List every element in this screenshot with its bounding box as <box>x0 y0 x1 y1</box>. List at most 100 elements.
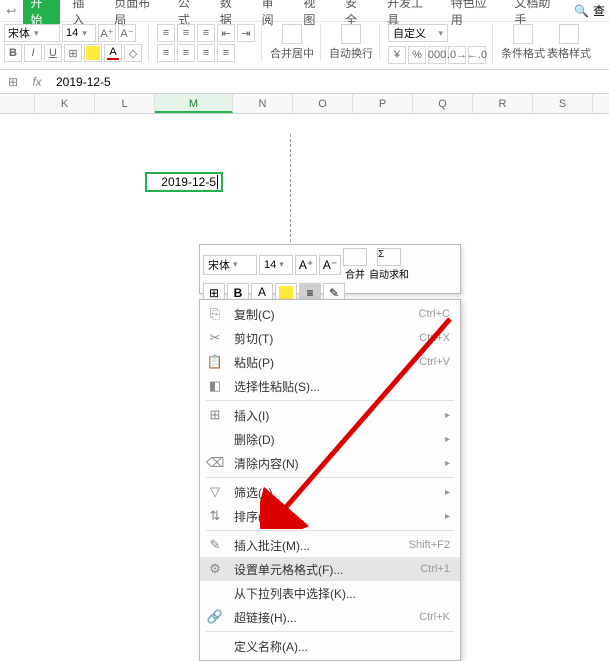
menu-format-cells[interactable]: ⚙设置单元格格式(F)...Ctrl+1 <box>200 557 460 581</box>
currency-icon[interactable]: ¥ <box>388 46 406 64</box>
filter-icon: ▽ <box>206 484 224 500</box>
italic-button[interactable]: I <box>24 44 42 62</box>
mini-dec-font-icon[interactable]: A⁻ <box>319 255 341 275</box>
insert-icon: ⊞ <box>206 407 224 423</box>
col-header-blank[interactable] <box>0 94 35 113</box>
border-button[interactable]: ⊞ <box>64 44 82 62</box>
submenu-arrow-icon: ▸ <box>445 434 450 445</box>
align-center-icon[interactable]: ≡ <box>177 44 195 62</box>
menu-paste[interactable]: 📋粘贴(P)Ctrl+V <box>200 350 460 374</box>
wrap-label: 自动换行 <box>329 45 373 61</box>
menu-define-name[interactable]: 定义名称(A)... <box>200 634 460 658</box>
menu-pick-from-list[interactable]: 从下拉列表中选择(K)... <box>200 581 460 605</box>
percent-icon[interactable]: % <box>408 46 426 64</box>
format-cells-icon: ⚙ <box>206 561 224 577</box>
ribbon: 宋体▾ 14▾ A⁺ A⁻ B I U ⊞ A ◇ ≡ ≡ ≡ ⇤ ⇥ ≡ ≡ … <box>0 22 609 70</box>
menu-paste-special[interactable]: ◧选择性粘贴(S)... <box>200 374 460 398</box>
mini-font-size[interactable]: 14▾ <box>259 255 293 275</box>
menu-separator <box>206 530 454 531</box>
menu-clear[interactable]: ⌫清除内容(N)▸ <box>200 451 460 475</box>
col-header-o[interactable]: O <box>293 94 353 113</box>
table-style-label: 表格样式 <box>547 45 591 61</box>
font-color-button[interactable]: A <box>104 44 122 62</box>
sort-icon: ⇅ <box>206 508 224 524</box>
col-header-q[interactable]: Q <box>413 94 473 113</box>
clear-icon: ⌫ <box>206 455 224 471</box>
paste-icon: 📋 <box>206 354 224 370</box>
table-style-button[interactable]: 表格样式 <box>547 24 591 61</box>
context-menu: ⎘复制(C)Ctrl+C ✂剪切(T)Ctrl+X 📋粘贴(P)Ctrl+V ◧… <box>199 299 461 661</box>
distribute-icon[interactable]: ≡ <box>217 44 235 62</box>
mini-merge-label: 合并 <box>345 266 365 281</box>
bold-button[interactable]: B <box>4 44 22 62</box>
fill-color-button[interactable] <box>84 44 102 62</box>
col-header-s[interactable]: S <box>533 94 593 113</box>
clear-format-button[interactable]: ◇ <box>124 44 142 62</box>
decrease-font-icon[interactable]: A⁻ <box>118 24 136 42</box>
col-header-l[interactable]: L <box>95 94 155 113</box>
menu-delete[interactable]: 删除(D)▸ <box>200 427 460 451</box>
style-group: 条件格式 表格样式 <box>501 24 597 61</box>
align-middle-icon[interactable]: ≡ <box>177 24 195 42</box>
font-name-select[interactable]: 宋体▾ <box>4 24 60 42</box>
cell-grid[interactable]: 2019-12-5 宋体▾ 14▾ A⁺ A⁻ 合并 Σ 自动求和 ⊞ B <box>0 114 609 537</box>
col-header-p[interactable]: P <box>353 94 413 113</box>
wrap-group: 自动换行 <box>329 24 380 61</box>
col-header-n[interactable]: N <box>233 94 293 113</box>
formula-input[interactable] <box>52 73 605 91</box>
align-left-icon[interactable]: ≡ <box>157 44 175 62</box>
search-icon[interactable]: 🔍 <box>574 3 589 19</box>
menu-hyperlink[interactable]: 🔗超链接(H)...Ctrl+K <box>200 605 460 629</box>
mini-inc-font-icon[interactable]: A⁺ <box>295 255 317 275</box>
submenu-arrow-icon: ▸ <box>445 458 450 469</box>
table-style-icon <box>559 24 579 44</box>
merge-button[interactable]: 合并居中 <box>270 24 314 61</box>
align-right-icon[interactable]: ≡ <box>197 44 215 62</box>
dec-decimal-icon[interactable]: ←.0 <box>468 46 486 64</box>
comma-icon[interactable]: 000 <box>428 46 446 64</box>
copy-icon: ⎘ <box>206 306 224 322</box>
indent-inc-icon[interactable]: ⇥ <box>237 24 255 42</box>
mini-merge-icon <box>343 248 367 266</box>
back-icon[interactable]: ↩ <box>4 3 19 19</box>
menu-cut[interactable]: ✂剪切(T)Ctrl+X <box>200 326 460 350</box>
merge-icon <box>282 24 302 44</box>
inc-decimal-icon[interactable]: .0→ <box>448 46 466 64</box>
active-cell[interactable]: 2019-12-5 <box>145 172 223 192</box>
menu-sort[interactable]: ⇅排序(U)▸ <box>200 504 460 528</box>
underline-button[interactable]: U <box>44 44 62 62</box>
mini-merge-button[interactable]: 合并 <box>343 248 367 281</box>
submenu-arrow-icon: ▸ <box>445 410 450 421</box>
number-format-select[interactable]: 自定义▾ <box>388 24 448 42</box>
number-group: 自定义▾ ¥ % 000 .0→ ←.0 <box>388 24 493 64</box>
menu-filter[interactable]: ▽筛选(L)▸ <box>200 480 460 504</box>
fx-icon[interactable]: fx <box>28 73 46 91</box>
indent-dec-icon[interactable]: ⇤ <box>217 24 235 42</box>
mini-autosum-button[interactable]: Σ 自动求和 <box>369 248 409 281</box>
mini-autosum-icon: Σ <box>377 248 401 266</box>
font-size-select[interactable]: 14▾ <box>62 24 96 42</box>
increase-font-icon[interactable]: A⁺ <box>98 24 116 42</box>
col-header-m[interactable]: M <box>155 94 233 113</box>
cond-format-button[interactable]: 条件格式 <box>501 24 545 61</box>
wrap-button[interactable]: 自动换行 <box>329 24 373 61</box>
font-group: 宋体▾ 14▾ A⁺ A⁻ B I U ⊞ A ◇ <box>4 24 149 62</box>
col-header-k[interactable]: K <box>35 94 95 113</box>
submenu-arrow-icon: ▸ <box>445 487 450 498</box>
mini-autosum-label: 自动求和 <box>369 266 409 281</box>
cond-format-icon <box>513 24 533 44</box>
merge-label: 合并居中 <box>270 45 314 61</box>
align-bottom-icon[interactable]: ≡ <box>197 24 215 42</box>
paste-special-icon: ◧ <box>206 378 224 394</box>
col-header-r[interactable]: R <box>473 94 533 113</box>
merge-wrap-group: 合并居中 <box>270 24 321 61</box>
mini-font-name[interactable]: 宋体▾ <box>203 255 257 275</box>
search-label: 查 <box>593 2 605 19</box>
align-top-icon[interactable]: ≡ <box>157 24 175 42</box>
cell-value: 2019-12-5 <box>161 175 218 189</box>
cell-name-icon[interactable]: ⊞ <box>4 73 22 91</box>
comment-icon: ✎ <box>206 537 224 553</box>
menu-copy[interactable]: ⎘复制(C)Ctrl+C <box>200 302 460 326</box>
menu-insert[interactable]: ⊞插入(I)▸ <box>200 403 460 427</box>
cond-format-label: 条件格式 <box>501 45 545 61</box>
